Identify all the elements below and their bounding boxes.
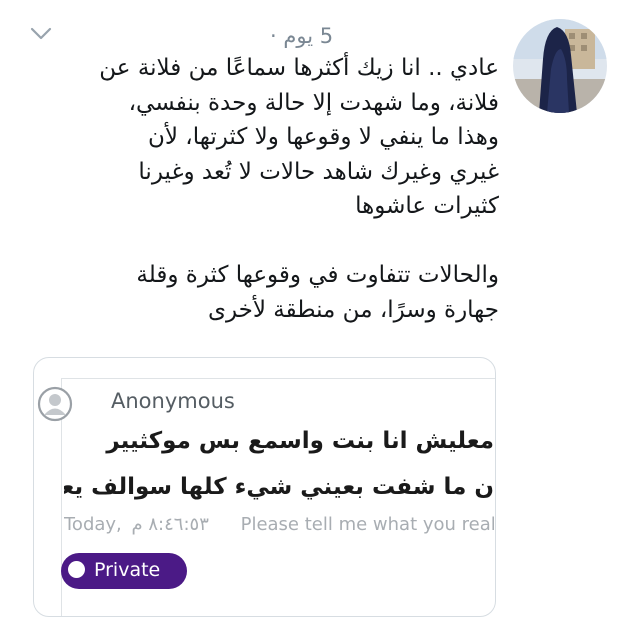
chevron-down-icon[interactable] [30, 26, 52, 42]
reply-hint: Please tell me what you really [240, 514, 494, 535]
question-footer: Today, ٨:٤٦:٥٣ م Please tell me what you… [64, 514, 494, 542]
tweet-screenshot: 5 يوم · عادي .. انا زيك أكثرها سماعًا من… [0, 0, 639, 627]
timestamp-label: Today, [64, 514, 122, 535]
private-dot-icon [68, 561, 85, 578]
question-line: معليش انا بنت واسمع بس موكثيير [106, 428, 494, 454]
tweet-line: فلانة، وما شهدت إلا حالة وحدة بنفسي، [128, 89, 499, 116]
tweet-line: عادي .. انا زيك أكثرها سماعًا من فلانة ع… [99, 55, 499, 81]
avatar-photo [513, 19, 607, 113]
anonymous-user-icon [37, 386, 73, 422]
tweet-timestamp[interactable]: 5 يوم · [270, 24, 333, 48]
private-badge: Private [61, 553, 187, 589]
tweet-line: غيري وغيرك شاهد حالات لا تُعد وغيرنا [138, 158, 499, 185]
tweet-line: كثيرات عاشوها [355, 193, 499, 219]
timestamp-time: ٨:٤٦:٥٣ م [131, 514, 209, 535]
tweet-line: جهارة وسرًا، من منطقة لأخرى [207, 296, 499, 323]
tweet-body: عادي .. انا زيك أكثرها سماعًا من فلانة ع… [39, 51, 499, 327]
tweet-line: وهذا ما ينفي لا وقوعها ولا كثرتها، لأن [147, 124, 499, 150]
tweet-line: والحالات تتفاوت في وقوعها كثرة وقلة [136, 262, 499, 288]
anonymous-author: Anonymous [111, 389, 235, 413]
question-line: ن ما شفت بعيني شيء كلها سوالف يعني [64, 474, 494, 500]
private-label: Private [94, 559, 161, 581]
avatar[interactable] [513, 19, 607, 113]
